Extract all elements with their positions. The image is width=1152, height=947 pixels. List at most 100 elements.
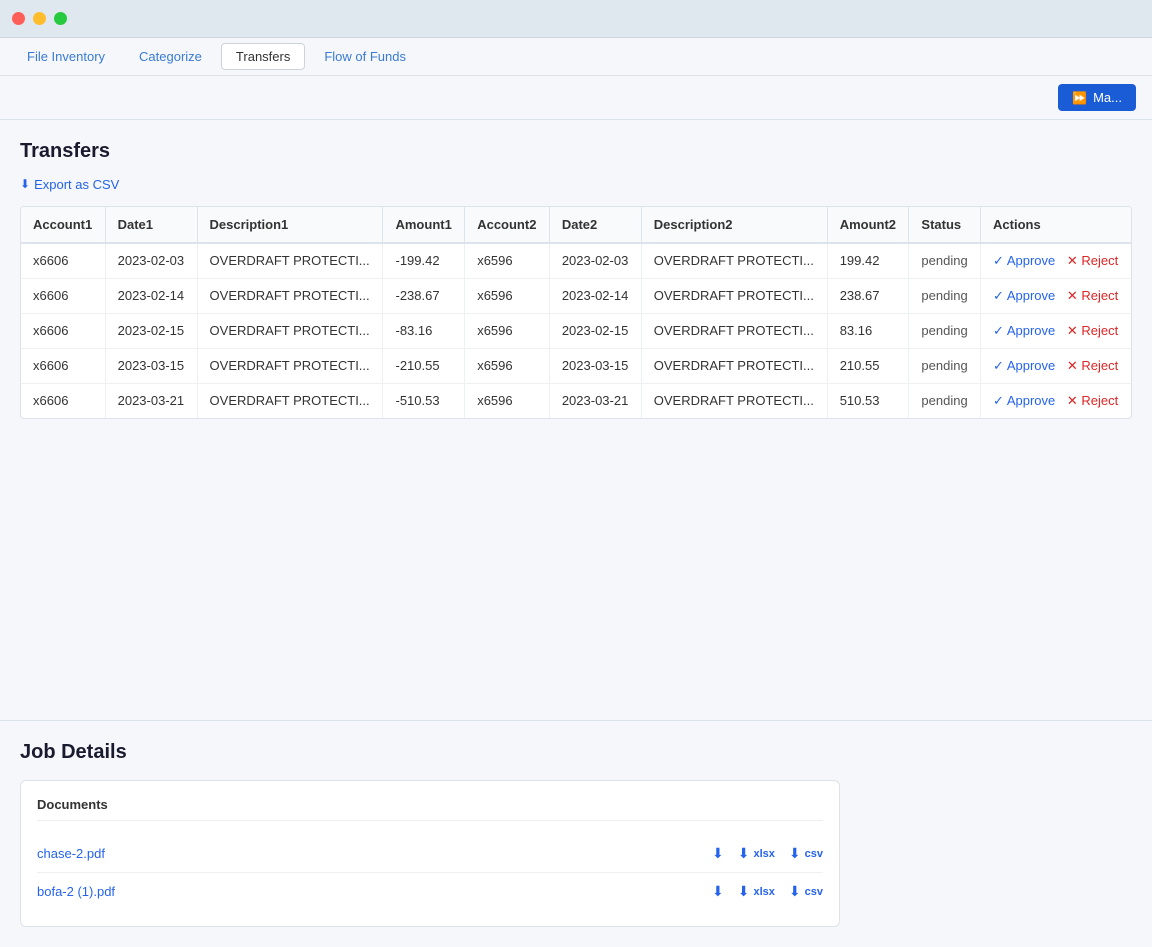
col-date2: Date2 <box>549 207 641 243</box>
download-icon: ⬇ <box>712 883 724 900</box>
table-row: x6606 2023-02-14 OVERDRAFT PROTECTI... -… <box>21 278 1131 313</box>
transfers-section: Transfers Export as CSV Account1 Date1 D… <box>0 120 1152 720</box>
cell-description1: OVERDRAFT PROTECTI... <box>197 383 383 418</box>
cell-description2: OVERDRAFT PROTECTI... <box>641 313 827 348</box>
cell-status: pending <box>909 383 981 418</box>
transfers-table: Account1 Date1 Description1 Amount1 Acco… <box>21 207 1131 418</box>
col-amount1: Amount1 <box>383 207 465 243</box>
cell-actions: Approve Reject <box>981 348 1131 383</box>
cell-account1: x6606 <box>21 243 105 279</box>
cell-description2: OVERDRAFT PROTECTI... <box>641 278 827 313</box>
documents-card: Documents chase-2.pdf ⬇ ⬇ xlsx ⬇ csv bof… <box>20 780 840 927</box>
cell-amount2: 238.67 <box>827 278 909 313</box>
download-pdf-button[interactable]: ⬇ <box>712 845 724 862</box>
close-button[interactable] <box>12 12 25 25</box>
toolbar-row: Ma... <box>0 76 1152 120</box>
match-button[interactable]: Ma... <box>1058 84 1136 111</box>
cell-amount2: 83.16 <box>827 313 909 348</box>
tabbar: File Inventory Categorize Transfers Flow… <box>0 38 1152 76</box>
document-name[interactable]: bofa-2 (1).pdf <box>37 884 197 899</box>
cell-date1: 2023-03-15 <box>105 348 197 383</box>
table-row: x6606 2023-02-03 OVERDRAFT PROTECTI... -… <box>21 243 1131 279</box>
tab-flow-of-funds[interactable]: Flow of Funds <box>309 43 421 70</box>
cell-account1: x6606 <box>21 348 105 383</box>
document-row: chase-2.pdf ⬇ ⬇ xlsx ⬇ csv <box>37 835 823 873</box>
download-csv-button[interactable]: ⬇ csv <box>789 845 823 862</box>
cell-description2: OVERDRAFT PROTECTI... <box>641 383 827 418</box>
cell-amount2: 199.42 <box>827 243 909 279</box>
download-xlsx-button[interactable]: ⬇ xlsx <box>738 845 775 862</box>
approve-button[interactable]: Approve <box>993 288 1055 303</box>
table-header-row: Account1 Date1 Description1 Amount1 Acco… <box>21 207 1131 243</box>
cell-date1: 2023-02-14 <box>105 278 197 313</box>
tab-transfers[interactable]: Transfers <box>221 43 305 70</box>
approve-button[interactable]: Approve <box>993 393 1055 408</box>
reject-button[interactable]: Reject <box>1067 358 1118 373</box>
cell-actions: Approve Reject <box>981 383 1131 418</box>
download-csv-button[interactable]: ⬇ csv <box>789 883 823 900</box>
cell-account2: x6596 <box>465 313 550 348</box>
approve-button[interactable]: Approve <box>993 358 1055 373</box>
cell-account1: x6606 <box>21 313 105 348</box>
cell-actions: Approve Reject <box>981 278 1131 313</box>
maximize-button[interactable] <box>54 12 67 25</box>
col-description2: Description2 <box>641 207 827 243</box>
approve-button[interactable]: Approve <box>993 253 1055 268</box>
cell-description2: OVERDRAFT PROTECTI... <box>641 348 827 383</box>
table-row: x6606 2023-03-15 OVERDRAFT PROTECTI... -… <box>21 348 1131 383</box>
document-name[interactable]: chase-2.pdf <box>37 846 197 861</box>
cell-actions: Approve Reject <box>981 313 1131 348</box>
cell-amount1: -238.67 <box>383 278 465 313</box>
approve-button[interactable]: Approve <box>993 323 1055 338</box>
reject-button[interactable]: Reject <box>1067 288 1118 303</box>
tab-file-inventory[interactable]: File Inventory <box>12 43 120 70</box>
cell-amount1: -510.53 <box>383 383 465 418</box>
xlsx-badge: xlsx <box>753 848 774 860</box>
col-amount2: Amount2 <box>827 207 909 243</box>
cell-date2: 2023-02-03 <box>549 243 641 279</box>
cell-description1: OVERDRAFT PROTECTI... <box>197 348 383 383</box>
col-status: Status <box>909 207 981 243</box>
reject-button[interactable]: Reject <box>1067 253 1118 268</box>
table-row: x6606 2023-03-21 OVERDRAFT PROTECTI... -… <box>21 383 1131 418</box>
download-csv-icon: ⬇ <box>789 883 801 900</box>
reject-button[interactable]: Reject <box>1067 393 1118 408</box>
cell-status: pending <box>909 348 981 383</box>
cell-account1: x6606 <box>21 278 105 313</box>
transfers-table-wrapper: Account1 Date1 Description1 Amount1 Acco… <box>20 206 1132 419</box>
download-pdf-button[interactable]: ⬇ <box>712 883 724 900</box>
cell-date2: 2023-03-15 <box>549 348 641 383</box>
cell-amount1: -210.55 <box>383 348 465 383</box>
cell-date1: 2023-02-03 <box>105 243 197 279</box>
cell-description1: OVERDRAFT PROTECTI... <box>197 313 383 348</box>
csv-badge: csv <box>805 848 823 860</box>
cell-amount2: 210.55 <box>827 348 909 383</box>
download-xlsx-icon: ⬇ <box>738 883 750 900</box>
xlsx-badge: xlsx <box>753 886 774 898</box>
download-xlsx-button[interactable]: ⬇ xlsx <box>738 883 775 900</box>
csv-badge: csv <box>805 886 823 898</box>
documents-list: chase-2.pdf ⬇ ⬇ xlsx ⬇ csv bofa-2 (1).pd… <box>37 835 823 910</box>
reject-button[interactable]: Reject <box>1067 323 1118 338</box>
download-xlsx-icon: ⬇ <box>738 845 750 862</box>
document-actions: ⬇ ⬇ xlsx ⬇ csv <box>712 883 823 900</box>
minimize-button[interactable] <box>33 12 46 25</box>
cell-status: pending <box>909 278 981 313</box>
cell-description1: OVERDRAFT PROTECTI... <box>197 278 383 313</box>
download-icon: ⬇ <box>712 845 724 862</box>
col-account2: Account2 <box>465 207 550 243</box>
cell-account2: x6596 <box>465 278 550 313</box>
cell-date1: 2023-03-21 <box>105 383 197 418</box>
job-details-title: Job Details <box>20 741 1132 764</box>
transfers-title: Transfers <box>20 140 1132 163</box>
cell-date1: 2023-02-15 <box>105 313 197 348</box>
tab-categorize[interactable]: Categorize <box>124 43 217 70</box>
export-csv-link[interactable]: Export as CSV <box>20 177 119 192</box>
col-actions: Actions <box>981 207 1131 243</box>
col-description1: Description1 <box>197 207 383 243</box>
cell-account2: x6596 <box>465 383 550 418</box>
cell-date2: 2023-02-14 <box>549 278 641 313</box>
cell-amount1: -83.16 <box>383 313 465 348</box>
col-account1: Account1 <box>21 207 105 243</box>
cell-account2: x6596 <box>465 348 550 383</box>
